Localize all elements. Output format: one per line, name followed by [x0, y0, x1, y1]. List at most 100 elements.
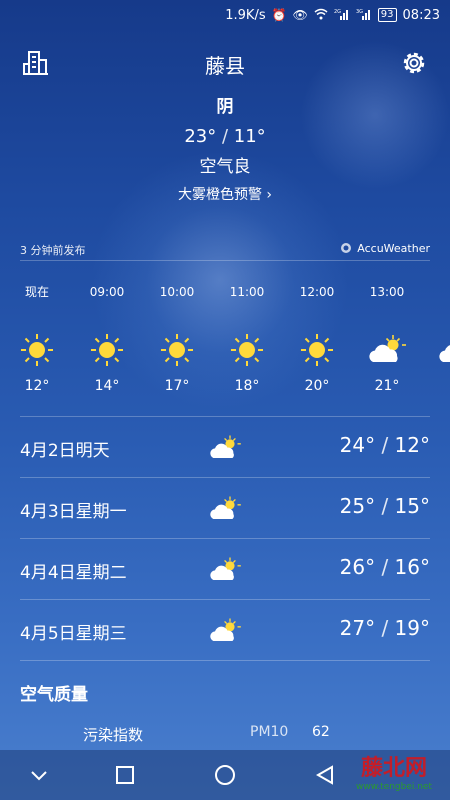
partly-cloudy-icon [210, 618, 241, 641]
day-temp-range: 27° / 19° [340, 616, 430, 640]
daily-forecast: 4月2日明天 24° / 12° 4月3日星期一 25° / 15° 4月4日星… [20, 416, 430, 661]
nav-hide-button[interactable] [24, 760, 54, 790]
network-speed: 1.9K/s [225, 7, 266, 23]
current-temp-range: 23° / 11° [0, 126, 450, 147]
eye-icon: 👁 [292, 8, 308, 22]
hour-time: 09:00 [89, 285, 125, 299]
status-bar: 1.9K/s ⏰ 👁 2G 3G 93 08:23 [0, 0, 450, 30]
alarm-icon: ⏰ [271, 8, 287, 22]
hour-temp: 17° [164, 378, 190, 392]
pm10-value: 62 [312, 724, 330, 740]
sun-icon [301, 334, 333, 366]
day-low: 16° [394, 555, 430, 579]
watermark: 藤北网 www.tengbei.net [356, 750, 432, 792]
partly-cloudy-icon [210, 557, 241, 580]
publish-row: 3 分钟前发布 AccuWeather [20, 240, 430, 261]
hour-item: 13:00 21° [352, 282, 422, 392]
chevron-down-icon [31, 771, 47, 781]
nav-recents-button[interactable] [110, 760, 140, 790]
hour-item: 11:00 18° [212, 282, 282, 392]
hour-time: 现在 [24, 285, 49, 299]
hour-time: 13:00 [369, 285, 405, 299]
warning-text: 大雾橙色预警 [177, 187, 262, 203]
source-name: AccuWeather [357, 241, 430, 255]
partly-cloudy-icon [210, 435, 241, 458]
pollution-index-label: 污染指数 [83, 726, 144, 744]
current-low: 11° [233, 126, 266, 147]
sun-icon [231, 334, 263, 366]
day-temp-range: 25° / 15° [340, 494, 430, 518]
sun-icon [21, 334, 53, 366]
hourly-forecast[interactable]: 现在 12° 09:00 14° 10:00 17° 11:00 18° 12:… [0, 282, 450, 392]
gear-icon [403, 52, 425, 74]
hour-temp: 2 [422, 378, 450, 392]
daily-row[interactable]: 4月4日星期二 26° / 16° [20, 538, 430, 599]
hour-time: 14 [422, 282, 450, 302]
day-range-separator: / [375, 555, 395, 579]
svg-text:3G: 3G [356, 9, 363, 15]
watermark-url: www.tengbei.net [356, 782, 432, 792]
air-quality-summary: 空气良 [199, 157, 251, 177]
day-low: 15° [394, 494, 430, 518]
current-high: 23° [184, 126, 217, 147]
accuweather-logo-icon [341, 243, 352, 253]
sun-icon [91, 334, 123, 366]
hour-temp: 20° [304, 378, 330, 392]
daily-row[interactable]: 4月2日明天 24° / 12° [20, 416, 430, 477]
day-label: 4月4日星期二 [20, 563, 127, 583]
battery-icon: 93 [377, 8, 397, 22]
hour-temp: 12° [24, 378, 50, 392]
day-high: 27° [339, 616, 376, 640]
nav-home-button[interactable] [210, 760, 240, 790]
settings-button[interactable] [399, 48, 429, 78]
current-condition: 阴 [216, 97, 234, 117]
partly-cloudy-icon [369, 335, 406, 362]
city-name: 藤县 [205, 54, 245, 78]
day-low: 12° [394, 433, 430, 457]
publish-time: 3 分钟前发布 [20, 244, 86, 257]
partly-cloudy-icon [210, 496, 241, 519]
hour-time: 11:00 [229, 285, 265, 299]
square-icon [116, 766, 134, 784]
hour-temp: 21° [374, 378, 400, 392]
day-temp-range: 26° / 16° [340, 555, 430, 579]
watermark-text: 藤北网 [361, 755, 428, 781]
hour-item: 14 2 [422, 282, 450, 392]
partly-cloudy-icon [439, 345, 450, 362]
wifi-icon [314, 8, 328, 23]
hour-item: 现在 12° [2, 282, 72, 392]
day-high: 25° [339, 494, 376, 518]
day-high: 26° [339, 555, 376, 579]
day-temp-range: 24° / 12° [340, 433, 430, 457]
air-quality-title: 空气质量 [20, 685, 88, 705]
hour-temp: 14° [94, 378, 120, 392]
triangle-back-icon [315, 765, 333, 785]
day-label: 4月3日星期一 [20, 502, 127, 522]
hour-time: 10:00 [159, 285, 195, 299]
chevron-right-icon: › [266, 187, 273, 203]
hour-item: 10:00 17° [142, 282, 212, 392]
day-high: 24° [339, 433, 376, 457]
hour-item: 09:00 14° [72, 282, 142, 392]
weather-warning-link[interactable]: 大雾橙色预警 › [0, 184, 450, 204]
clock: 08:23 [402, 7, 440, 23]
header: 藤县 [0, 44, 450, 84]
day-range-separator: / [375, 616, 395, 640]
day-label: 4月5日星期三 [20, 624, 127, 644]
daily-row[interactable]: 4月3日星期一 25° / 15° [20, 477, 430, 538]
hour-item: 12:00 20° [282, 282, 352, 392]
day-range-separator: / [375, 494, 395, 518]
sun-icon [161, 334, 193, 366]
nav-back-button[interactable] [310, 760, 340, 790]
navigation-bar: 藤北网 www.tengbei.net [0, 750, 450, 800]
signal-icon: 2G [334, 8, 350, 23]
source-credit[interactable]: AccuWeather [339, 241, 430, 255]
hour-temp: 18° [234, 378, 260, 392]
svg-text:2G: 2G [334, 9, 341, 15]
hour-time: 12:00 [299, 285, 335, 299]
signal-icon-2: 3G [356, 8, 372, 23]
day-label: 4月2日明天 [20, 441, 110, 461]
temp-separator: / [216, 126, 234, 147]
daily-row[interactable]: 4月5日星期三 27° / 19° [20, 599, 430, 661]
circle-icon [215, 765, 235, 785]
